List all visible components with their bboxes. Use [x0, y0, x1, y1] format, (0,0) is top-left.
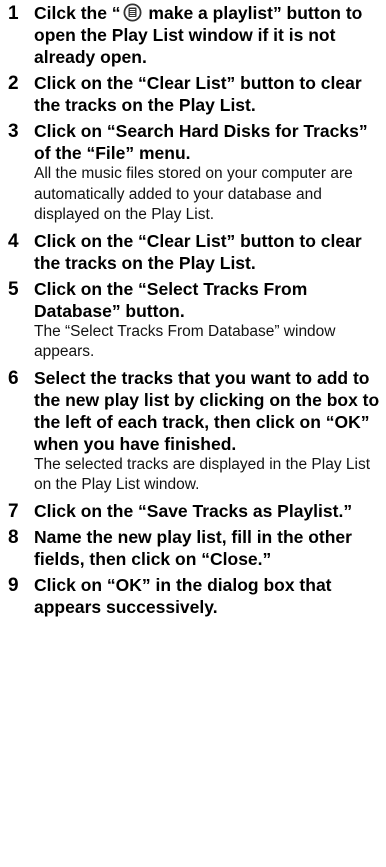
step-title: Click on the “Save Tracks as Playlist.” — [34, 500, 353, 521]
step-title: Cilck the “ make a playlist” button to o… — [34, 3, 363, 67]
step-title: Click on the “Clear List” button to clea… — [34, 73, 362, 115]
step-3: 3 Click on “Search Hard Disks for Tracks… — [0, 120, 386, 226]
step-number: 6 — [8, 367, 19, 389]
step-number: 8 — [8, 526, 19, 548]
step-number: 9 — [8, 574, 19, 596]
step-number: 1 — [8, 3, 19, 24]
step-1: 1 Cilck the “ make a playlist” button to… — [0, 2, 386, 68]
step-number: 3 — [8, 121, 19, 142]
step-number: 4 — [8, 230, 19, 252]
step-number: 5 — [8, 278, 19, 300]
step-8: 8 Name the new play list, fill in the ot… — [0, 526, 386, 570]
step-title: Click on the “Clear List” button to clea… — [34, 230, 362, 273]
step-detail: The selected tracks are displayed in the… — [34, 455, 371, 494]
step-4: 4 Click on the “Clear List” button to cl… — [0, 230, 386, 274]
step-title: Click on the “Select Tracks From Databas… — [34, 278, 308, 321]
step-title: Select the tracks that you want to add t… — [34, 367, 380, 454]
step-detail: The “Select Tracks From Database” window… — [34, 322, 336, 361]
step-7: 7 Click on the “Save Tracks as Playlist.… — [0, 500, 386, 522]
playlist-icon — [123, 3, 142, 22]
instruction-steps: 1 Cilck the “ make a playlist” button to… — [0, 0, 386, 618]
step-number: 7 — [8, 500, 19, 522]
step-title: Click on “Search Hard Disks for Tracks” … — [34, 121, 368, 163]
step-detail: All the music files stored on your compu… — [34, 165, 353, 223]
step-5: 5 Click on the “Select Tracks From Datab… — [0, 278, 386, 363]
step-title: Click on “OK” in the dialog box that app… — [34, 574, 332, 617]
step-title: Name the new play list, fill in the othe… — [34, 526, 352, 569]
step-number: 2 — [8, 73, 19, 94]
step-6: 6 Select the tracks that you want to add… — [0, 367, 386, 496]
step-9: 9 Click on “OK” in the dialog box that a… — [0, 574, 386, 618]
step-2: 2 Click on the “Clear List” button to cl… — [0, 72, 386, 116]
